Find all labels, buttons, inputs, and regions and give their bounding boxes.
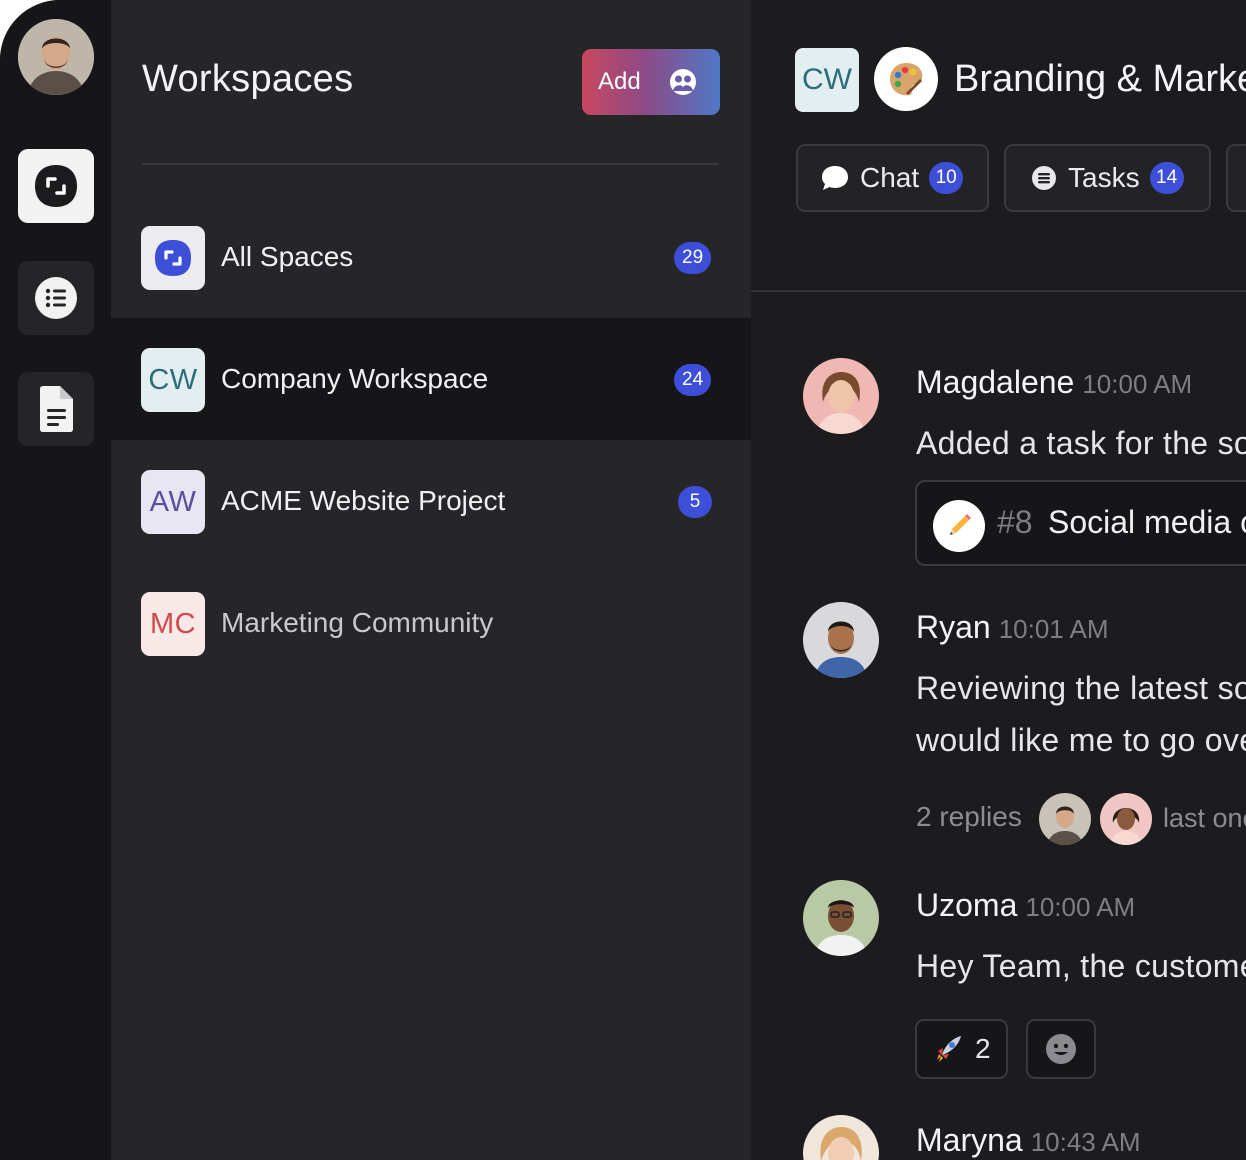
reaction-count: 2	[975, 1033, 991, 1064]
nav-docs-button[interactable]	[18, 372, 94, 446]
app-window: Workspaces Add All Spaces 29 CW Company …	[0, 0, 1246, 1160]
nav-tasks-button[interactable]	[18, 261, 94, 335]
workspace-item-all-spaces[interactable]: All Spaces 29	[111, 196, 751, 318]
author-name: Maryna	[916, 1122, 1023, 1158]
rocket-icon	[937, 1036, 961, 1062]
workspace-initials-avatar: AW	[141, 470, 205, 534]
add-reaction-button[interactable]	[1026, 1019, 1096, 1079]
workspace-count-badge: 29	[674, 242, 712, 274]
message-text-line: Reviewing the latest social copy, which …	[916, 670, 1246, 706]
emoji-smile-icon	[1046, 1034, 1076, 1064]
message-author: Uzoma 10:00 AM	[916, 887, 1135, 924]
add-button-label: Add	[598, 68, 641, 95]
avatar[interactable]	[803, 880, 879, 956]
avatar[interactable]	[803, 602, 879, 678]
reaction-rocket[interactable]: 2	[915, 1019, 1008, 1079]
avatar[interactable]	[803, 358, 879, 434]
task-number: #8	[997, 504, 1033, 540]
tasks-list-icon	[1032, 166, 1056, 190]
list-icon	[35, 277, 77, 319]
avatar[interactable]	[803, 1115, 879, 1160]
add-workspace-button[interactable]: Add	[582, 49, 720, 115]
palette-icon	[874, 47, 938, 111]
spaces-icon	[35, 165, 77, 207]
author-name: Uzoma	[916, 887, 1018, 923]
author-name: Magdalene	[916, 364, 1075, 400]
workspace-count-badge: 24	[674, 364, 712, 396]
message-author: Magdalene 10:00 AM	[916, 364, 1192, 401]
task-card[interactable]: #8 Social media campaign	[915, 480, 1246, 566]
channel-workspace-avatar: CW	[795, 48, 859, 112]
channel-panel: CW Branding & Marketing Chat 10	[751, 0, 1246, 1160]
message-time: 10:00 AM	[1025, 892, 1136, 922]
workspace-item-marketing-community[interactable]: MC Marketing Community	[111, 562, 751, 684]
tab-chat-label: Chat	[860, 162, 920, 193]
tab-more[interactable]	[1226, 144, 1246, 212]
channel-header-divider	[751, 290, 1246, 292]
all-spaces-icon	[141, 226, 205, 290]
message-text-line: would like me to go over first?	[916, 722, 1246, 758]
workspaces-title: Workspaces	[142, 58, 354, 100]
reply-avatar	[1039, 793, 1091, 845]
add-people-icon	[668, 67, 698, 102]
message-text: Added a task for the social media campai…	[916, 425, 1246, 461]
tab-tasks-label: Tasks	[1068, 162, 1140, 193]
reply-avatar	[1100, 793, 1152, 845]
document-icon	[40, 386, 73, 432]
message-author: Maryna 10:43 AM	[916, 1122, 1141, 1159]
nav-spaces-button[interactable]	[18, 149, 94, 223]
tab-chat-count: 10	[929, 162, 964, 194]
workspace-count-badge: 5	[678, 486, 712, 518]
workspaces-divider	[142, 163, 719, 165]
message-time: 10:01 AM	[998, 614, 1109, 644]
pencil-icon	[933, 500, 985, 552]
thread-last-reply: last one 5 minutes ago	[1163, 803, 1246, 833]
message-time: 10:43 AM	[1030, 1127, 1141, 1157]
author-name: Ryan	[916, 609, 991, 645]
message-time: 10:00 AM	[1082, 369, 1193, 399]
message-author: Ryan 10:01 AM	[916, 609, 1109, 646]
chat-bubble-icon	[822, 166, 848, 190]
tab-chat[interactable]: Chat 10	[796, 144, 989, 212]
workspace-label: Company Workspace	[221, 363, 489, 394]
workspace-item-acme-website-project[interactable]: AW ACME Website Project 5	[111, 440, 751, 562]
workspace-initials-avatar: MC	[141, 592, 205, 656]
tab-tasks[interactable]: Tasks 14	[1004, 144, 1211, 212]
workspace-label: ACME Website Project	[221, 485, 506, 516]
user-avatar[interactable]	[18, 19, 94, 95]
user-avatar-image	[18, 19, 94, 95]
workspace-initials-avatar: CW	[141, 348, 205, 412]
tab-tasks-count: 14	[1149, 162, 1184, 194]
workspace-item-company-workspace[interactable]: CW Company Workspace 24	[111, 318, 751, 440]
workspaces-panel: Workspaces Add All Spaces 29 CW Company …	[111, 0, 751, 1160]
task-title: Social media campaign	[1048, 504, 1246, 540]
channel-title: Branding & Marketing	[954, 58, 1246, 100]
workspace-label: All Spaces	[221, 241, 354, 272]
thread-replies-link[interactable]: 2 replies	[916, 801, 1022, 833]
workspace-label: Marketing Community	[221, 607, 494, 638]
message-text: Hey Team, the customer feedback is in	[916, 948, 1246, 984]
nav-rail	[0, 0, 111, 1160]
